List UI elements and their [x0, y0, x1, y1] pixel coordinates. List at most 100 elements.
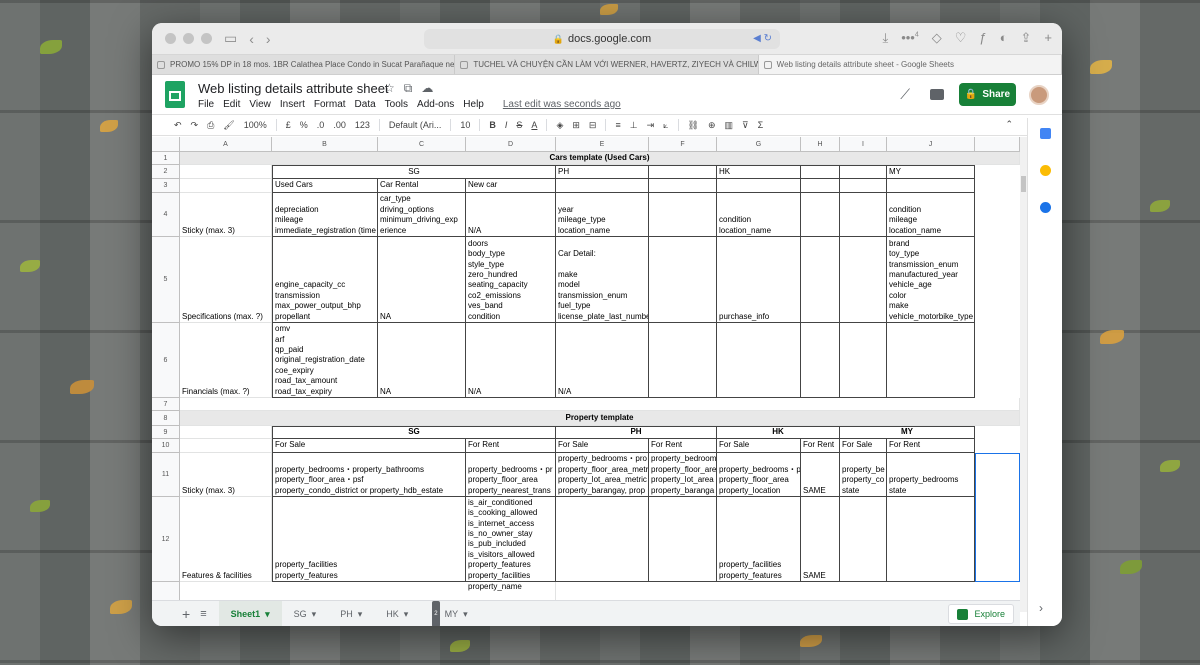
bold-button[interactable]: B	[489, 120, 496, 130]
new-tab-icon[interactable]: +	[1044, 30, 1052, 46]
shield-icon[interactable]: ◇	[932, 30, 942, 46]
keep-icon[interactable]	[1039, 165, 1051, 176]
menu-help[interactable]: Help	[463, 99, 484, 110]
privacy-icon[interactable]: ◐	[1000, 30, 1008, 46]
functions-button[interactable]: Σ	[758, 120, 764, 130]
filter-icon[interactable]: ⊽	[742, 120, 749, 131]
row-header-3[interactable]: 3	[152, 179, 180, 193]
cell-a2[interactable]	[180, 165, 272, 179]
forward-icon[interactable]: ›	[266, 31, 271, 47]
function-icon[interactable]: ƒ	[979, 30, 986, 46]
sheet-tab-sheet1[interactable]: Sheet1 ▾	[218, 600, 282, 626]
font-select[interactable]: Default (Ari...	[389, 120, 442, 130]
menu-insert[interactable]: Insert	[280, 99, 305, 110]
fill-color-icon[interactable]: ◈	[556, 120, 563, 131]
my-for-sale[interactable]: For Sale	[840, 439, 887, 453]
column-header-k[interactable]	[975, 137, 1020, 152]
property-template-band[interactable]: Property template	[180, 411, 1020, 426]
row-header-5[interactable]: 5	[152, 237, 180, 323]
scrollbar-thumb[interactable]	[1021, 176, 1026, 192]
property-features-hk-rent[interactable]: SAME	[801, 497, 840, 582]
sheet-tab-my[interactable]: 2 MY ▾	[420, 600, 479, 626]
cars-sub-rental[interactable]: Car Rental	[378, 179, 466, 193]
property-region-ph[interactable]: PH	[556, 426, 717, 439]
chevron-up-icon[interactable]: ⌃	[1005, 119, 1013, 130]
column-header-i[interactable]: I	[840, 137, 887, 152]
sheet-tab-hk[interactable]: HK ▾	[374, 601, 420, 627]
column-header-d[interactable]: D	[466, 137, 556, 152]
vertical-scrollbar[interactable]	[1020, 137, 1027, 612]
selected-cell[interactable]	[975, 453, 1020, 582]
cell-h6[interactable]	[801, 323, 840, 398]
property-features-sg-sale[interactable]: property_facilities property_features	[272, 497, 466, 582]
cell-a3[interactable]	[180, 179, 272, 193]
cars-fin-ph[interactable]: N/A	[556, 323, 649, 398]
cars-sticky-new[interactable]: N/A	[466, 193, 556, 237]
chevron-right-icon[interactable]: ›	[1039, 601, 1043, 615]
download-icon[interactable]: ⤓	[882, 30, 888, 46]
column-header-f[interactable]: F	[649, 137, 717, 152]
property-features-hk-sale[interactable]: property_facilities property_features	[717, 497, 801, 582]
borders-icon[interactable]: ⊞	[572, 120, 580, 131]
cars-fin-used[interactable]: omv arf qp_paid original_registration_date c…	[272, 323, 378, 398]
menu-edit[interactable]: Edit	[223, 99, 240, 110]
text-color-button[interactable]: A	[531, 120, 537, 130]
text-wrap-icon[interactable]: ⇥	[647, 120, 655, 131]
minimize-window-button[interactable]	[183, 33, 194, 44]
number-format-select[interactable]: 123	[355, 120, 370, 130]
align-horizontal-icon[interactable]: ≡	[615, 120, 620, 130]
hk-for-rent[interactable]: For Rent	[801, 439, 840, 453]
cell-e3[interactable]	[556, 179, 649, 193]
column-header-a[interactable]: A	[180, 137, 272, 152]
cell-j3[interactable]	[887, 179, 975, 193]
font-size-select[interactable]: 10	[460, 120, 470, 130]
hk-for-sale[interactable]: For Sale	[717, 439, 801, 453]
activity-trend-icon[interactable]: ⟋	[900, 86, 910, 103]
cars-sticky-used[interactable]: depreciation mileage immediate_registratio…	[272, 193, 378, 237]
cell-f6[interactable]	[649, 323, 717, 398]
add-sheet-icon[interactable]: +	[182, 606, 190, 622]
cars-spec-hk[interactable]: purchase_info	[717, 237, 801, 323]
cars-sub-used[interactable]: Used Cars	[272, 179, 378, 193]
back-icon[interactable]: ‹	[249, 31, 254, 47]
align-vertical-icon[interactable]: ⊥	[630, 120, 638, 131]
cell-i12[interactable]	[840, 497, 887, 582]
menu-addons[interactable]: Add-ons	[417, 99, 454, 110]
menu-format[interactable]: Format	[314, 99, 346, 110]
zoom-select[interactable]: 100%	[244, 120, 267, 130]
property-sticky-sg-sale[interactable]: property_bedrooms・property_bathrooms prop…	[272, 453, 466, 497]
sheet-tab-ph[interactable]: PH ▾	[328, 601, 374, 627]
row-7-empty[interactable]	[180, 398, 1020, 411]
cell-h4[interactable]	[801, 193, 840, 237]
cars-template-band[interactable]: Cars template (Used Cars)	[180, 152, 1020, 165]
cell-i3[interactable]	[840, 179, 887, 193]
pocket-icon[interactable]: ♡	[955, 30, 967, 46]
row-header-2[interactable]: 2	[152, 165, 180, 179]
calendar-icon[interactable]	[1039, 128, 1051, 139]
cell-f4[interactable]	[649, 193, 717, 237]
cars-sticky-label[interactable]: Sticky (max. 3)	[180, 193, 272, 237]
currency-button[interactable]: £	[286, 120, 291, 130]
print-icon[interactable]: ⎙	[207, 120, 214, 131]
row-header-8[interactable]: 8	[152, 411, 180, 426]
cars-region-sg[interactable]: SG	[272, 165, 556, 179]
cars-region-my[interactable]: MY	[887, 165, 975, 179]
sg-for-sale[interactable]: For Sale	[272, 439, 466, 453]
property-sticky-hk-rent[interactable]: SAME	[801, 453, 840, 497]
decrease-decimal-button[interactable]: .0	[317, 120, 325, 130]
browser-tab-sheet[interactable]: Web listing details attribute sheet - Go…	[758, 55, 1062, 74]
property-region-my[interactable]: MY	[840, 426, 975, 439]
row-header-11[interactable]: 11	[152, 453, 180, 497]
cell-i6[interactable]	[840, 323, 887, 398]
cars-spec-my[interactable]: brand toy_type transmission_enum manufactur…	[887, 237, 975, 323]
strikethrough-button[interactable]: S	[516, 120, 522, 130]
cars-sub-new[interactable]: New car	[466, 179, 556, 193]
comment-icon[interactable]	[930, 89, 944, 100]
column-header-h[interactable]: H	[801, 137, 840, 152]
move-icon[interactable]: ⧉	[404, 81, 413, 96]
cell-g3[interactable]	[717, 179, 801, 193]
close-window-button[interactable]	[165, 33, 176, 44]
property-sticky-my-sale[interactable]: property_be property_co state	[840, 453, 887, 497]
spreadsheet-grid[interactable]: A B C D E F G H I J 1 2 3 4 5 6 7 8 9 10…	[152, 137, 1020, 612]
paint-format-icon[interactable]: 🖌	[223, 120, 234, 131]
